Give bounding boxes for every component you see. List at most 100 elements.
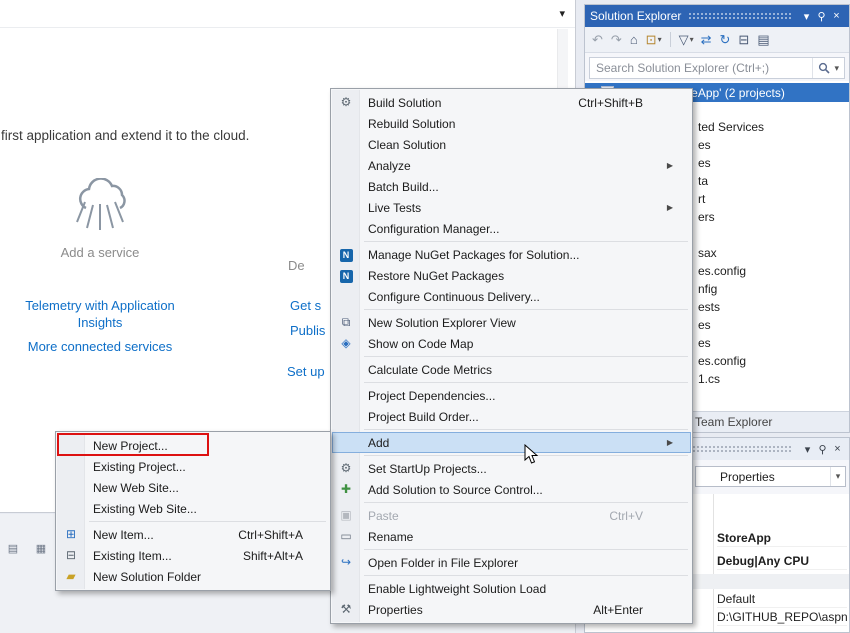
menu-item-add-solution-to-source-control[interactable]: ✚ Add Solution to Source Control... <box>332 479 691 500</box>
menu-item-restore-nuget-packages[interactable]: N Restore NuGet Packages <box>332 265 691 286</box>
menu-item-project-build-order[interactable]: Project Build Order... <box>332 406 691 427</box>
telemetry-link[interactable]: Telemetry with Application Insights <box>18 297 182 331</box>
menu-item-paste[interactable]: ▣ Paste Ctrl+V <box>332 505 691 526</box>
cloud-service-icon <box>68 178 132 236</box>
menu-item-existing-web-site[interactable]: Existing Web Site... <box>57 498 329 519</box>
tree-item[interactable]: 1.cs <box>698 371 720 388</box>
menu-item-live-tests[interactable]: Live Tests ▶ <box>332 197 691 218</box>
sync-icon[interactable]: ⇄ <box>698 30 716 50</box>
startup-projects-icon: ⚙ <box>332 458 360 479</box>
close-icon[interactable]: × <box>830 443 845 456</box>
menu-item-set-startup-projects[interactable]: ⚙ Set StartUp Projects... <box>332 458 691 479</box>
pin-icon[interactable]: ⚲ <box>815 443 830 456</box>
property-value-row[interactable]: Default <box>717 591 847 608</box>
property-value-row[interactable]: D:\GITHUB_REPO\aspn <box>717 609 847 626</box>
filter-icon[interactable]: ▽ ▾ <box>676 30 697 50</box>
panel-tab-icon-2[interactable]: ▦ <box>32 542 50 555</box>
window-position-icon[interactable]: ▾ <box>799 10 814 23</box>
rename-icon: ▭ <box>332 526 360 547</box>
menu-item-new-web-site[interactable]: New Web Site... <box>57 477 329 498</box>
menu-item-configuration-manager[interactable]: Configuration Manager... <box>332 218 691 239</box>
grid-column-divider <box>713 494 714 632</box>
tree-item[interactable]: ers <box>698 209 715 226</box>
panel-title: Solution Explorer <box>590 9 681 23</box>
menu-item-existing-item[interactable]: ⊟ Existing Item... Shift+Alt+A <box>57 545 329 566</box>
menu-item-rename[interactable]: ▭ Rename <box>332 526 691 547</box>
menu-item-clean-solution[interactable]: Clean Solution <box>332 134 691 155</box>
nuget-icon: N <box>332 244 360 265</box>
get-started-link-fragment[interactable]: Get s <box>290 298 321 313</box>
tree-item[interactable]: es <box>698 137 711 154</box>
submenu-arrow-icon: ▶ <box>655 203 685 212</box>
menu-item-new-item[interactable]: ⊞ New Item... Ctrl+Shift+A <box>57 524 329 545</box>
tree-item[interactable]: rt <box>698 191 705 208</box>
separator <box>364 382 688 383</box>
switch-views-icon[interactable]: ⊡ ▾ <box>643 30 665 50</box>
tree-item[interactable]: ests <box>698 299 720 316</box>
tree-item[interactable]: sax <box>698 245 717 262</box>
collapse-all-icon[interactable]: ⊟ <box>735 30 753 50</box>
menu-item-new-solution-folder[interactable]: ▰ New Solution Folder <box>57 566 329 587</box>
set-up-link-fragment[interactable]: Set up <box>287 364 325 379</box>
combo-value: Properties <box>696 470 830 484</box>
add-service-block: Add a service <box>18 178 182 260</box>
properties-object-combo[interactable]: Properties ▾ <box>695 466 846 487</box>
menu-item-rebuild-solution[interactable]: Rebuild Solution <box>332 113 691 134</box>
window-position-icon[interactable]: ▾ <box>800 443 815 456</box>
close-icon[interactable]: × <box>829 10 844 23</box>
new-solution-explorer-view-icon: ⧉ <box>332 312 360 333</box>
menu-item-build-solution[interactable]: ⚙ Build Solution Ctrl+Shift+B <box>332 92 691 113</box>
separator <box>364 502 688 503</box>
tree-item[interactable]: es <box>698 317 711 334</box>
menu-item-configure-continuous-delivery[interactable]: Configure Continuous Delivery... <box>332 286 691 307</box>
menu-item-new-solution-explorer-view[interactable]: ⧉ New Solution Explorer View <box>332 312 691 333</box>
solution-explorer-titlebar[interactable]: Solution Explorer ▾ ⚲ × <box>585 5 849 27</box>
solution-context-menu: ⚙ Build Solution Ctrl+Shift+B Rebuild So… <box>330 88 693 624</box>
publish-link-fragment[interactable]: Publis <box>290 323 325 338</box>
tree-item[interactable]: ted Services <box>698 119 764 136</box>
properties-pages-icon[interactable]: ▤ <box>754 30 773 50</box>
chevron-down-icon[interactable]: ▾ <box>830 467 845 486</box>
search-input[interactable] <box>590 61 812 75</box>
menu-item-manage-nuget-packages-for-solution[interactable]: N Manage NuGet Packages for Solution... <box>332 244 691 265</box>
bottom-panel-icons: ▤ ▦ <box>4 542 50 555</box>
document-tab-bar: ▾ <box>0 0 575 28</box>
menu-item-add[interactable]: Add ▶ <box>332 432 691 453</box>
existing-item-icon: ⊟ <box>57 545 85 566</box>
search-icon[interactable] <box>818 62 830 74</box>
tree-item[interactable]: es <box>698 335 711 352</box>
separator <box>364 241 688 242</box>
refresh-icon[interactable]: ↻ <box>717 30 735 50</box>
menu-item-open-folder-in-file-explorer[interactable]: ↪ Open Folder in File Explorer <box>332 552 691 573</box>
paste-icon: ▣ <box>332 505 360 526</box>
tree-item[interactable]: es.config <box>698 263 746 280</box>
tree-item[interactable]: es.config <box>698 353 746 370</box>
pin-icon[interactable]: ⚲ <box>814 10 829 23</box>
menu-item-properties[interactable]: ⚒ Properties Alt+Enter <box>332 599 691 620</box>
add-to-source-control-icon: ✚ <box>332 479 360 500</box>
menu-item-batch-build[interactable]: Batch Build... <box>332 176 691 197</box>
submenu-arrow-icon: ▶ <box>655 161 685 170</box>
forward-icon[interactable]: ↷ <box>608 30 626 50</box>
separator <box>364 549 688 550</box>
context-menu-items: ⚙ Build Solution Ctrl+Shift+B Rebuild So… <box>332 92 691 620</box>
property-value-row[interactable]: StoreApp <box>717 530 847 547</box>
chevron-down-icon[interactable]: ▾ <box>834 63 839 74</box>
menu-item-analyze[interactable]: Analyze ▶ <box>332 155 691 176</box>
menu-item-project-dependencies[interactable]: Project Dependencies... <box>332 385 691 406</box>
panel-tab-icon-1[interactable]: ▤ <box>4 542 22 555</box>
property-value-row[interactable]: Debug|Any CPU <box>717 553 847 570</box>
back-icon[interactable]: ↶ <box>589 30 607 50</box>
menu-item-calculate-code-metrics[interactable]: Calculate Code Metrics <box>332 359 691 380</box>
tree-item[interactable]: nfig <box>698 281 717 298</box>
tree-item[interactable]: es <box>698 155 711 172</box>
more-connected-services-link[interactable]: More connected services <box>18 339 182 354</box>
home-icon[interactable]: ⌂ <box>627 30 642 50</box>
document-dropdown-icon[interactable]: ▾ <box>559 7 565 20</box>
new-item-icon: ⊞ <box>57 524 85 545</box>
menu-item-existing-project[interactable]: Existing Project... <box>57 456 329 477</box>
menu-item-enable-lightweight-solution-load[interactable]: Enable Lightweight Solution Load <box>332 578 691 599</box>
tab-team-explorer[interactable]: Team Explorer <box>687 412 780 432</box>
tree-item[interactable]: ta <box>698 173 708 190</box>
menu-item-show-on-code-map[interactable]: ◈ Show on Code Map <box>332 333 691 354</box>
